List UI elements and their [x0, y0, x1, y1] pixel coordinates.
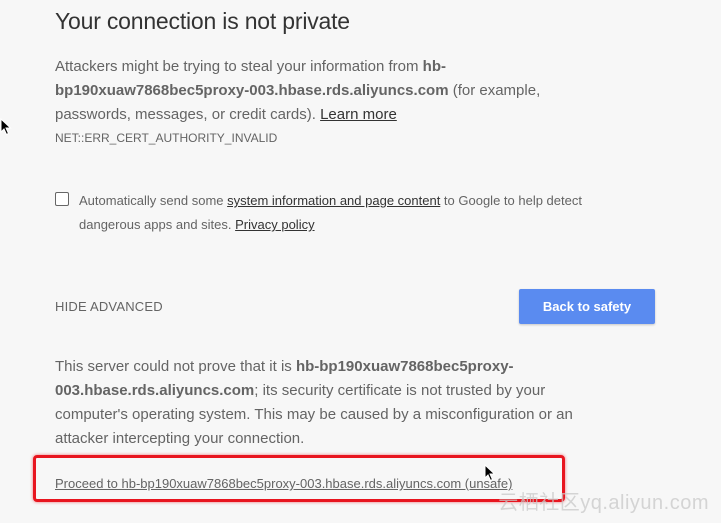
cursor-arrow-icon [0, 118, 12, 136]
privacy-policy-link[interactable]: Privacy policy [235, 217, 314, 232]
hide-advanced-button[interactable]: HIDE ADVANCED [55, 299, 163, 314]
report-before: Automatically send some [79, 193, 228, 208]
intro-before: Attackers might be trying to steal your … [55, 58, 423, 75]
learn-more-link[interactable]: Learn more [320, 106, 397, 123]
report-checkbox[interactable] [55, 192, 69, 206]
error-code: NET::ERR_CERT_AUTHORITY_INVALID [55, 131, 278, 145]
page-title: Your connection is not private [55, 8, 350, 34]
intro-text: Attackers might be trying to steal your … [55, 55, 615, 127]
details-before: This server could not prove that it is [55, 358, 296, 375]
back-to-safety-button[interactable]: Back to safety [519, 289, 655, 324]
report-text: Automatically send some system informati… [79, 189, 639, 237]
system-info-link[interactable]: system information and page content [227, 193, 440, 208]
watermark: 云栖社区yq.aliyun.com [498, 492, 709, 514]
details-text: This server could not prove that it is h… [55, 355, 615, 451]
cursor-arrow-icon [484, 464, 496, 482]
